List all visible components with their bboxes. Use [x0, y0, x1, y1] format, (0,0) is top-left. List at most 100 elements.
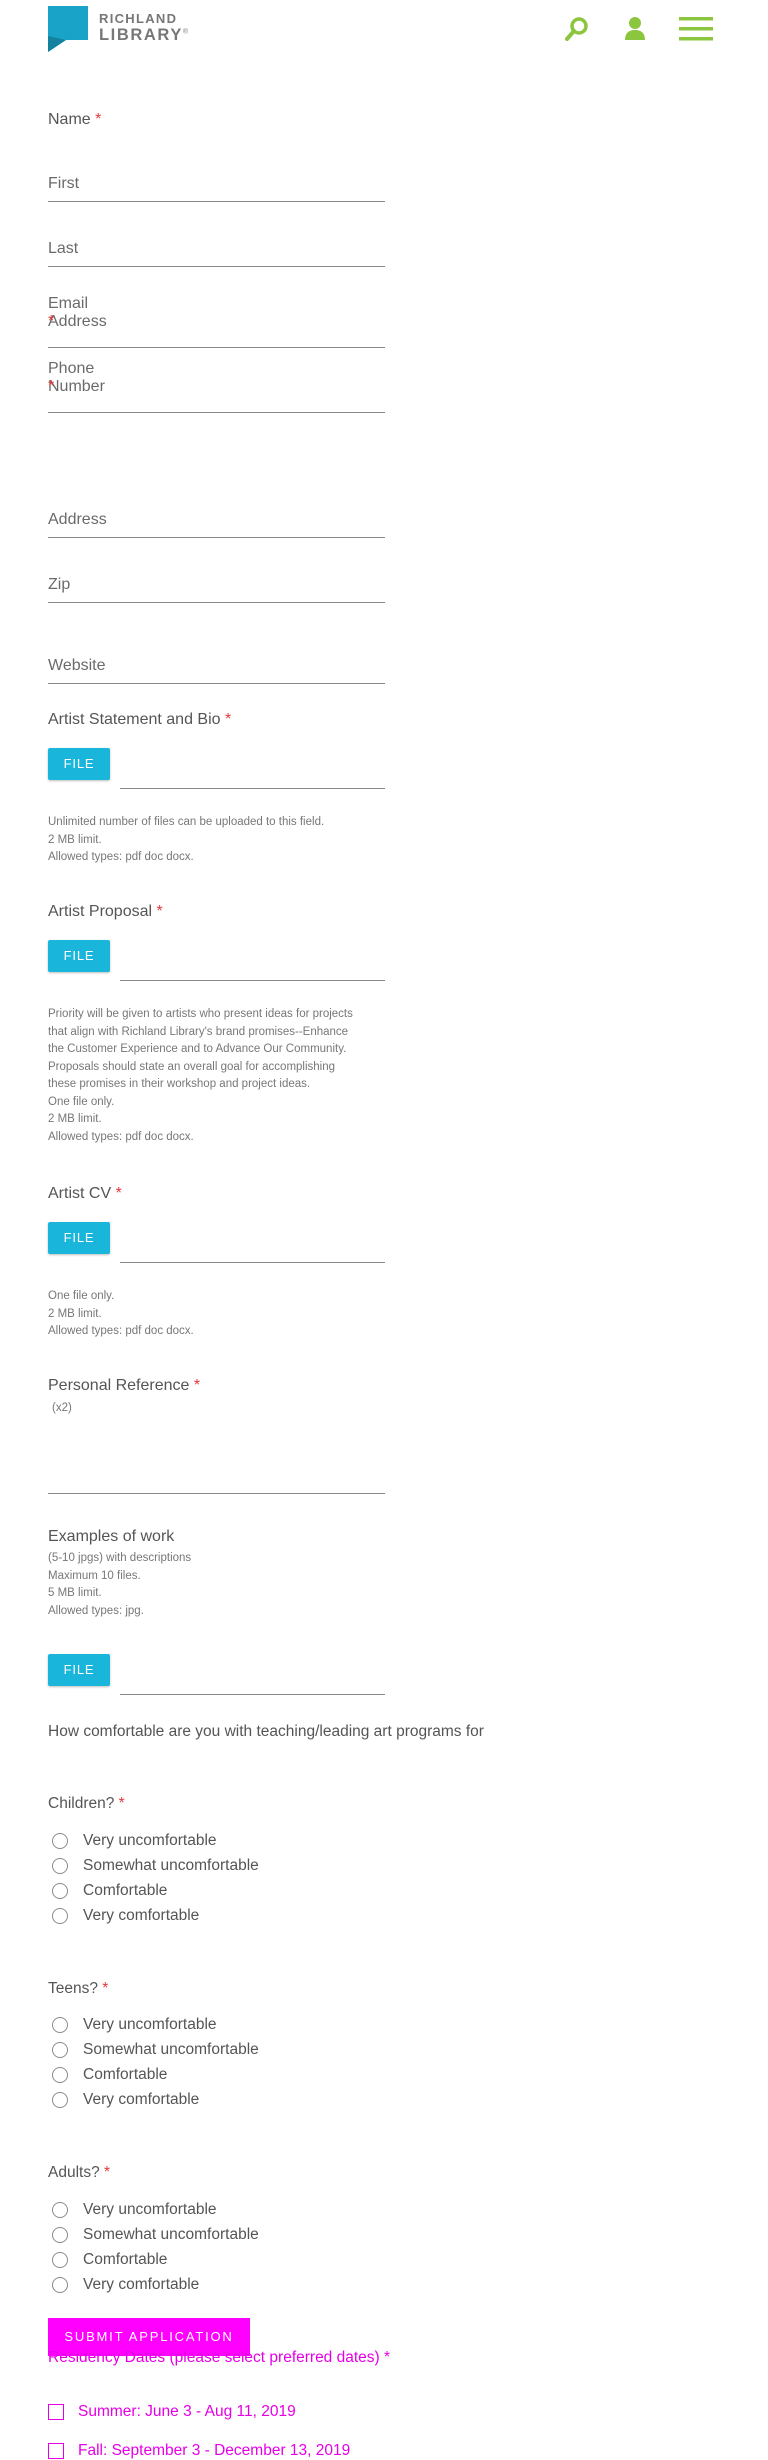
- required-star: *: [102, 1980, 109, 1997]
- name-label: Name *: [48, 111, 101, 129]
- radio-label: Very comfortable: [83, 1907, 200, 1924]
- help-line: Allowed types: pdf doc docx.: [48, 1325, 194, 1337]
- children-question: Children? *: [48, 1795, 125, 1813]
- examples-of-work-help: (5-10 jpgs) with descriptions Maximum 10…: [48, 1550, 388, 1620]
- radio-button[interactable]: [52, 2017, 68, 2033]
- required-star: *: [384, 2349, 391, 2366]
- artist-statement-file-field[interactable]: [120, 788, 385, 789]
- logo-wordmark: RICHLAND LIBRARY®: [99, 12, 190, 44]
- help-line: 5 MB limit.: [48, 1587, 102, 1599]
- help-line: One file only.: [48, 1095, 115, 1108]
- artist-cv-file-button[interactable]: FILE: [48, 1222, 110, 1254]
- radio-label: Very uncomfortable: [83, 2201, 217, 2218]
- personal-reference-note: (x2): [52, 1402, 72, 1414]
- email-label-text: Email Address: [48, 295, 107, 330]
- address-input[interactable]: Address: [48, 506, 385, 538]
- teens-question-text: Teens?: [48, 1980, 98, 1997]
- website-input[interactable]: Website: [48, 652, 385, 684]
- personal-reference-label-text: Personal Reference: [48, 1377, 190, 1394]
- help-line: 2 MB limit.: [48, 833, 102, 846]
- last-name-placeholder: Last: [48, 240, 79, 257]
- required-star: *: [104, 2164, 111, 2181]
- search-icon[interactable]: [562, 15, 592, 43]
- help-line: the Customer Experience and to Advance O…: [48, 1043, 347, 1055]
- required-star: *: [193, 1377, 201, 1394]
- artist-cv-help: One file only. 2 MB limit. Allowed types…: [48, 1288, 388, 1341]
- required-star: *: [115, 1185, 122, 1202]
- help-line: Unlimited number of files can be uploade…: [48, 816, 325, 828]
- artist-cv-file-field[interactable]: [120, 1262, 385, 1263]
- artist-proposal-file-field[interactable]: [120, 980, 385, 981]
- residency-fall-label: Fall: September 3 - December 13, 2019: [78, 2442, 351, 2459]
- menu-icon[interactable]: [678, 15, 714, 43]
- radio-button[interactable]: [52, 1883, 68, 1899]
- last-name-input[interactable]: Last: [48, 235, 385, 267]
- residency-summer-checkbox[interactable]: [48, 2404, 64, 2420]
- residency-summer-label: Summer: June 3 - Aug 11, 2019: [78, 2403, 296, 2420]
- artist-statement-help: Unlimited number of files can be uploade…: [48, 814, 388, 867]
- help-line: Priority will be given to artists who pr…: [48, 1008, 353, 1020]
- personal-reference-field[interactable]: [48, 1462, 385, 1494]
- teaching-intro-text: How comfortable are you with teaching/le…: [48, 1723, 484, 1740]
- examples-of-work-file-button[interactable]: FILE: [48, 1654, 110, 1686]
- zip-placeholder: Zip: [48, 576, 71, 593]
- radio-button[interactable]: [52, 2042, 68, 2058]
- residency-dates-label: Residency Dates (please select preferred…: [48, 2349, 390, 2367]
- radio-label: Somewhat uncomfortable: [83, 2226, 259, 2243]
- logo-line1: RICHLAND: [99, 11, 178, 26]
- logo-mark-icon: [48, 6, 88, 52]
- residency-fall-checkbox[interactable]: [48, 2443, 64, 2459]
- artist-proposal-label: Artist Proposal *: [48, 903, 163, 921]
- radio-label: Very uncomfortable: [83, 1832, 217, 1849]
- help-line: Allowed types: pdf doc docx.: [48, 851, 194, 863]
- help-line: Proposals should state an overall goal f…: [48, 1060, 336, 1073]
- radio-button[interactable]: [52, 1908, 68, 1924]
- radio-label: Very comfortable: [83, 2276, 200, 2293]
- radio-button[interactable]: [52, 2067, 68, 2083]
- logo-line2: LIBRARY®: [99, 27, 190, 44]
- required-star: *: [118, 1795, 125, 1812]
- required-star: *: [48, 313, 55, 330]
- radio-button[interactable]: [52, 2252, 68, 2268]
- radio-button[interactable]: [52, 1858, 68, 1874]
- phone-field[interactable]: Phone Number *: [48, 360, 385, 413]
- required-star: *: [95, 111, 102, 128]
- artist-proposal-label-text: Artist Proposal: [48, 903, 153, 920]
- radio-button[interactable]: [52, 2202, 68, 2218]
- logo-line2-text: LIBRARY: [99, 26, 183, 44]
- radio-label: Very comfortable: [83, 2091, 200, 2108]
- children-question-text: Children?: [48, 1795, 115, 1812]
- radio-label: Somewhat uncomfortable: [83, 1857, 259, 1874]
- help-line: Allowed types: jpg.: [48, 1604, 144, 1617]
- email-field[interactable]: Email Address *: [48, 295, 385, 348]
- artist-cv-label: Artist CV *: [48, 1185, 122, 1203]
- registered-mark: ®: [182, 28, 190, 36]
- radio-button[interactable]: [52, 2092, 68, 2108]
- artist-proposal-file-button[interactable]: FILE: [48, 940, 110, 972]
- examples-of-work-file-field[interactable]: [120, 1694, 385, 1695]
- phone-label-text: Phone Number: [48, 360, 105, 395]
- artist-cv-label-text: Artist CV: [48, 1185, 112, 1202]
- radio-button[interactable]: [52, 2277, 68, 2293]
- radio-label: Comfortable: [83, 2251, 168, 2268]
- help-line: that align with Richland Library's brand…: [48, 1025, 349, 1038]
- zip-input[interactable]: Zip: [48, 571, 385, 603]
- examples-of-work-label: Examples of work: [48, 1528, 175, 1545]
- first-name-input[interactable]: First: [48, 170, 385, 202]
- required-star: *: [48, 378, 55, 395]
- artist-statement-label-text: Artist Statement and Bio: [48, 711, 221, 728]
- personal-reference-label: Personal Reference *: [48, 1377, 200, 1395]
- adults-question: Adults? *: [48, 2164, 110, 2182]
- address-placeholder: Address: [48, 511, 107, 528]
- artist-statement-file-button[interactable]: FILE: [48, 748, 110, 780]
- radio-button[interactable]: [52, 2227, 68, 2243]
- richland-library-logo[interactable]: RICHLAND LIBRARY®: [48, 6, 218, 52]
- radio-button[interactable]: [52, 1833, 68, 1849]
- website-placeholder: Website: [48, 657, 106, 674]
- radio-label: Somewhat uncomfortable: [83, 2041, 259, 2058]
- required-star: *: [156, 903, 163, 920]
- help-line: 2 MB limit.: [48, 1307, 102, 1320]
- user-icon[interactable]: [620, 15, 650, 43]
- teens-question: Teens? *: [48, 1980, 108, 1998]
- help-line: One file only.: [48, 1290, 115, 1302]
